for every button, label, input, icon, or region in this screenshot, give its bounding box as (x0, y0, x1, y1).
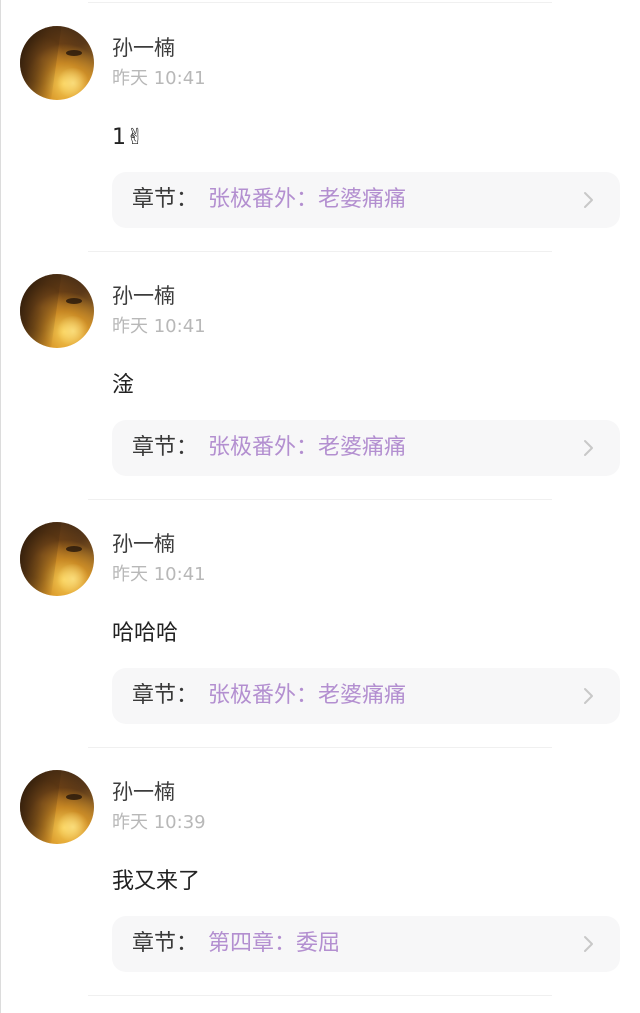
avatar-eye-shape (66, 50, 82, 56)
avatar-light-shape (56, 316, 90, 346)
comment-item: 孙一楠 昨天 10:41 1✌ 章节： 张极番外：老婆痛痛 (0, 4, 640, 252)
username[interactable]: 孙一楠 (112, 779, 175, 805)
chevron-right-icon (584, 192, 593, 208)
chapter-link-card[interactable]: 章节： 张极番外：老婆痛痛 (112, 668, 620, 724)
avatar-eye-shape (66, 298, 82, 304)
chevron-right-icon (584, 688, 593, 704)
comment-text: 我又来了 (112, 869, 201, 894)
chapter-title: 张极番外：老婆痛痛 (208, 683, 407, 708)
chapter-title: 张极番外：老婆痛痛 (208, 435, 407, 460)
avatar[interactable] (20, 770, 94, 844)
top-divider (88, 2, 552, 3)
chevron-right-icon (584, 936, 593, 952)
avatar-light-shape (56, 564, 90, 594)
comment-divider (88, 995, 552, 996)
timestamp: 昨天 10:41 (112, 316, 206, 337)
avatar-hair-shape (20, 274, 62, 348)
username[interactable]: 孙一楠 (112, 531, 175, 557)
timestamp: 昨天 10:41 (112, 564, 206, 585)
timestamp: 昨天 10:39 (112, 812, 206, 833)
avatar-eye-shape (66, 546, 82, 552)
chapter-prefix-label: 章节： (132, 187, 199, 212)
comment-text: 淦 (112, 373, 135, 398)
avatar[interactable] (20, 26, 94, 100)
chapter-link-card[interactable]: 章节： 张极番外：老婆痛痛 (112, 172, 620, 228)
chapter-prefix-label: 章节： (132, 683, 199, 708)
comment-text: 哈哈哈 (112, 621, 179, 646)
chevron-right-icon (584, 440, 593, 456)
comment-item: 孙一楠 昨天 10:39 我又来了 章节： 第四章：委屈 (0, 748, 640, 996)
chapter-title: 张极番外：老婆痛痛 (208, 187, 407, 212)
avatar-eye-shape (66, 794, 82, 800)
comment-feed[interactable]: 孙一楠 昨天 10:41 1✌ 章节： 张极番外：老婆痛痛 孙一楠 昨天 10:… (0, 4, 640, 996)
chapter-title: 第四章：委屈 (208, 931, 341, 956)
timestamp: 昨天 10:41 (112, 68, 206, 89)
comment-text: 1✌ (112, 125, 145, 150)
avatar-hair-shape (20, 770, 62, 844)
avatar[interactable] (20, 274, 94, 348)
avatar-light-shape (56, 812, 90, 842)
username[interactable]: 孙一楠 (112, 35, 175, 61)
chapter-link-card[interactable]: 章节： 张极番外：老婆痛痛 (112, 420, 620, 476)
comment-item: 孙一楠 昨天 10:41 哈哈哈 章节： 张极番外：老婆痛痛 (0, 500, 640, 748)
avatar-light-shape (56, 68, 90, 98)
avatar-hair-shape (20, 26, 62, 100)
avatar-hair-shape (20, 522, 62, 596)
username[interactable]: 孙一楠 (112, 283, 175, 309)
avatar[interactable] (20, 522, 94, 596)
comment-item: 孙一楠 昨天 10:41 淦 章节： 张极番外：老婆痛痛 (0, 252, 640, 500)
chapter-prefix-label: 章节： (132, 435, 199, 460)
chapter-link-card[interactable]: 章节： 第四章：委屈 (112, 916, 620, 972)
chapter-prefix-label: 章节： (132, 931, 199, 956)
